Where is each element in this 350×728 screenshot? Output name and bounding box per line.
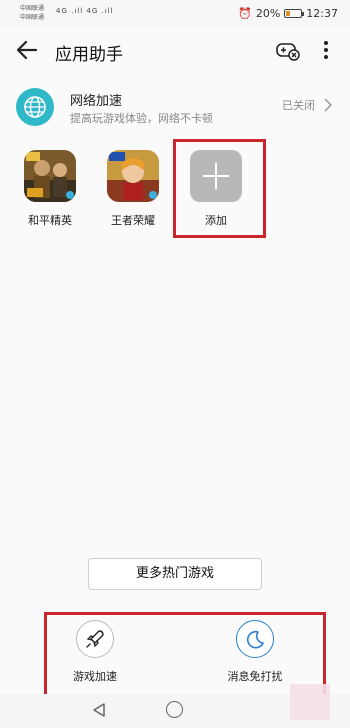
signal-icon: 4G .ıll 4G .ıll [56, 7, 114, 15]
highlight-box-add [173, 139, 266, 238]
chevron-right-icon [324, 98, 333, 112]
game-item-honor-of-kings[interactable]: 王者荣耀 [100, 150, 166, 228]
network-acceleration-row[interactable]: 网络加速 提高玩游戏体验，网络不卡顿 已关闭 [0, 80, 350, 136]
battery-percent: 20% [255, 7, 281, 20]
tool-do-not-disturb[interactable]: 消息免打扰 [215, 620, 295, 684]
game-label: 和平精英 [28, 214, 72, 227]
game-label: 王者荣耀 [111, 214, 155, 227]
tool-label: 游戏加速 [73, 670, 117, 683]
more-options-icon[interactable] [322, 39, 330, 61]
game-item-peace-elite[interactable]: 和平精英 [17, 150, 83, 228]
watermark-block [290, 684, 330, 720]
tool-game-acceleration[interactable]: 游戏加速 [55, 620, 135, 684]
game-settings-icon[interactable] [276, 40, 300, 62]
game-peace-elite-icon [24, 150, 76, 202]
game-honor-of-kings-icon [107, 150, 159, 202]
carrier-2: 中国联通 [20, 14, 45, 21]
rocket-icon [76, 620, 114, 658]
clock: 12:37 [306, 7, 338, 20]
network-acceleration-title: 网络加速 [70, 94, 123, 109]
carrier-labels: 中国联通 中国联通 [20, 4, 44, 22]
network-acceleration-status: 已关闭 [282, 99, 315, 112]
status-bar: 中国联通 中国联通 4G .ıll 4G .ıll ⏰ 20% 12:37 [0, 0, 350, 28]
tool-label: 消息免打扰 [227, 670, 283, 683]
alarm-icon: ⏰ [238, 7, 252, 20]
page-title: 应用助手 [55, 45, 123, 65]
globe-icon [16, 88, 54, 126]
battery-icon [284, 9, 305, 18]
back-arrow-icon[interactable] [14, 37, 40, 63]
network-acceleration-subtitle: 提高玩游戏体验，网络不卡顿 [70, 112, 213, 125]
moon-icon [236, 620, 274, 658]
nav-back-icon[interactable] [92, 702, 106, 718]
nav-home-icon[interactable] [166, 701, 183, 718]
carrier-1: 中国联通 [20, 5, 45, 12]
app-header: 应用助手 [0, 28, 350, 74]
status-right: ⏰ 20% 12:37 [238, 7, 338, 20]
more-popular-games-button[interactable]: 更多热门游戏 [88, 558, 262, 590]
